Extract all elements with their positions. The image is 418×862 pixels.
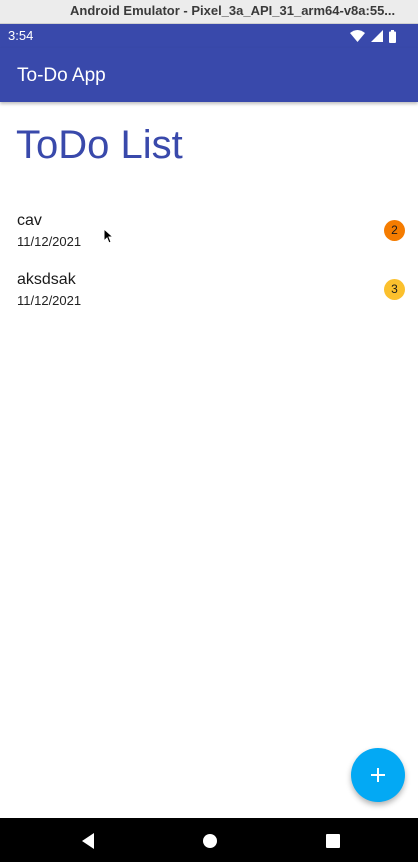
back-icon[interactable] — [80, 832, 98, 850]
todo-item[interactable]: cav 11/12/2021 2 — [0, 210, 418, 269]
status-bar: 3:54 — [0, 24, 418, 48]
mouse-cursor-icon — [103, 227, 115, 249]
status-icons — [350, 29, 396, 43]
emulator-title-bar: Android Emulator - Pixel_3a_API_31_arm64… — [0, 0, 418, 24]
todo-name: aksdsak — [17, 271, 76, 288]
priority-badge: 2 — [384, 220, 405, 241]
plus-icon — [371, 768, 385, 782]
battery-icon — [389, 29, 396, 43]
wifi-icon — [350, 30, 365, 42]
status-time: 3:54 — [8, 28, 34, 43]
page-title: ToDo List — [16, 123, 183, 167]
main-content: ToDo List cav 11/12/2021 2 aksdsak 11/12… — [0, 102, 418, 818]
emulator-title: Android Emulator - Pixel_3a_API_31_arm64… — [70, 3, 396, 18]
todo-list: cav 11/12/2021 2 aksdsak 11/12/2021 3 — [0, 210, 418, 328]
emulator-window: Android Emulator - Pixel_3a_API_31_arm64… — [0, 0, 418, 862]
cellular-signal-icon — [371, 30, 383, 42]
todo-date: 11/12/2021 — [17, 234, 82, 249]
add-todo-button[interactable] — [351, 748, 405, 802]
recents-icon[interactable] — [324, 832, 342, 850]
app-bar: To-Do App — [0, 48, 418, 102]
todo-item[interactable]: aksdsak 11/12/2021 3 — [0, 269, 418, 328]
todo-name: cav — [17, 212, 42, 229]
app-title: To-Do App — [17, 65, 106, 86]
home-icon[interactable] — [201, 832, 219, 850]
navigation-bar — [0, 818, 418, 862]
priority-badge: 3 — [384, 279, 405, 300]
todo-date: 11/12/2021 — [17, 293, 82, 308]
